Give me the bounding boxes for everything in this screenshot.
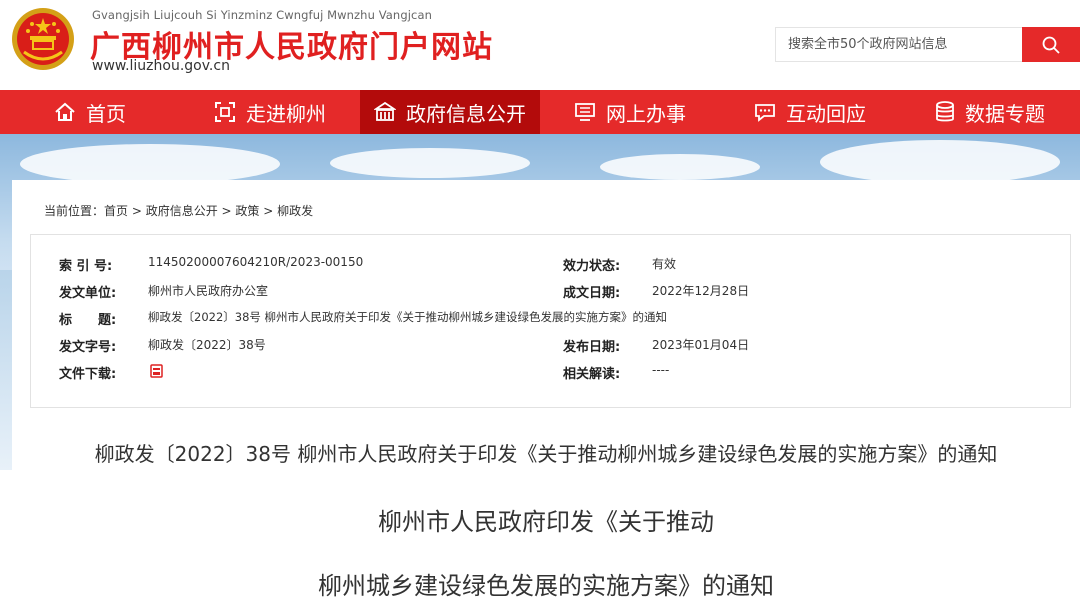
interpretation-value[interactable]: ---- bbox=[652, 363, 669, 377]
issuer-value: 柳州市人民政府办公室 bbox=[148, 284, 269, 298]
document-heading-line2: 柳州城乡建设绿色发展的实施方案》的通知 bbox=[318, 572, 774, 600]
nav-item-label: 政府信息公开 bbox=[406, 101, 526, 126]
created-date-label: 成文日期: bbox=[563, 286, 621, 301]
doc-number-value: 柳政发〔2022〕38号 bbox=[148, 338, 266, 352]
breadcrumb-prefix: 当前位置： bbox=[44, 204, 105, 218]
building-icon bbox=[374, 101, 396, 121]
published-date-label: 发布日期: bbox=[563, 340, 621, 355]
nav-item-label: 互动回应 bbox=[786, 101, 866, 126]
title-value: 柳政发〔2022〕38号 柳州市人民政府关于印发《关于推动柳州城乡建设绿色发展的… bbox=[148, 310, 668, 324]
site-url: www.liuzhou.gov.cn bbox=[92, 58, 230, 74]
document-title: 柳政发〔2022〕38号 柳州市人民政府关于印发《关于推动柳州城乡建设绿色发展的… bbox=[94, 442, 998, 466]
breadcrumb-link-current[interactable]: 柳政发 bbox=[277, 204, 313, 218]
monitor-icon bbox=[575, 103, 595, 121]
nav-item-home[interactable]: 首页 bbox=[0, 90, 180, 134]
nav-item-about[interactable]: 走进柳州 bbox=[180, 90, 360, 134]
nav-item-data[interactable]: 数据专题 bbox=[900, 90, 1080, 134]
home-icon bbox=[55, 102, 75, 121]
nav-item-label: 走进柳州 bbox=[246, 101, 326, 126]
published-date-value: 2023年01月04日 bbox=[652, 338, 750, 352]
pdf-icon[interactable] bbox=[150, 364, 163, 378]
index-label: 索 引 号: bbox=[59, 259, 113, 274]
scan-icon bbox=[215, 102, 235, 122]
site-header: Gvangjsih Liujcouh Si Yinzminz Cwngfuj M… bbox=[0, 0, 1080, 90]
document-heading-line1: 柳州市人民政府印发《关于推动 bbox=[378, 508, 714, 536]
search-box bbox=[775, 27, 1080, 62]
search-input[interactable] bbox=[776, 28, 1022, 61]
created-date-value: 2022年12月28日 bbox=[652, 284, 750, 298]
doc-number-label: 发文字号: bbox=[59, 340, 117, 355]
national-emblem-icon[interactable] bbox=[10, 6, 76, 72]
main-nav: 首页 走进柳州 政府信息公开 网上办事 互动回应 数据专题 bbox=[0, 90, 1080, 134]
content-panel: 当前位置：首页 > 政府信息公开 > 政策 > 柳政发 索 引 号: 11450… bbox=[12, 180, 1080, 614]
breadcrumb-separator: > bbox=[217, 204, 236, 218]
breadcrumb-link-home[interactable]: 首页 bbox=[104, 204, 128, 218]
breadcrumb-separator: > bbox=[128, 204, 146, 218]
nav-item-label: 首页 bbox=[86, 101, 126, 126]
breadcrumb-link-gov-info[interactable]: 政府信息公开 bbox=[146, 204, 218, 218]
issuer-label: 发文单位: bbox=[59, 286, 117, 301]
status-value: 有效 bbox=[652, 257, 677, 271]
breadcrumb-separator: > bbox=[259, 204, 278, 218]
download-label: 文件下载: bbox=[59, 367, 117, 382]
status-label: 效力状态: bbox=[563, 259, 621, 274]
nav-item-interaction[interactable]: 互动回应 bbox=[720, 90, 900, 134]
nav-item-label: 网上办事 bbox=[606, 101, 686, 126]
nav-item-gov-info[interactable]: 政府信息公开 bbox=[360, 90, 540, 134]
search-button[interactable] bbox=[1022, 27, 1080, 62]
database-icon bbox=[936, 101, 954, 122]
chat-icon bbox=[755, 104, 775, 122]
document-meta-table: 索 引 号: 11450200007604210R/2023-00150 效力状… bbox=[30, 234, 1071, 408]
site-pinyin-title: Gvangjsih Liujcouh Si Yinzminz Cwngfuj M… bbox=[92, 8, 432, 22]
interpretation-label: 相关解读: bbox=[563, 367, 621, 382]
search-icon bbox=[1042, 36, 1060, 54]
title-label: 标 题: bbox=[59, 313, 117, 328]
nav-item-label: 数据专题 bbox=[965, 101, 1045, 126]
nav-item-online-service[interactable]: 网上办事 bbox=[540, 90, 720, 134]
breadcrumb-link-policy[interactable]: 政策 bbox=[235, 204, 259, 218]
index-value: 11450200007604210R/2023-00150 bbox=[148, 255, 364, 269]
breadcrumb: 当前位置：首页 > 政府信息公开 > 政策 > 柳政发 bbox=[44, 202, 313, 219]
